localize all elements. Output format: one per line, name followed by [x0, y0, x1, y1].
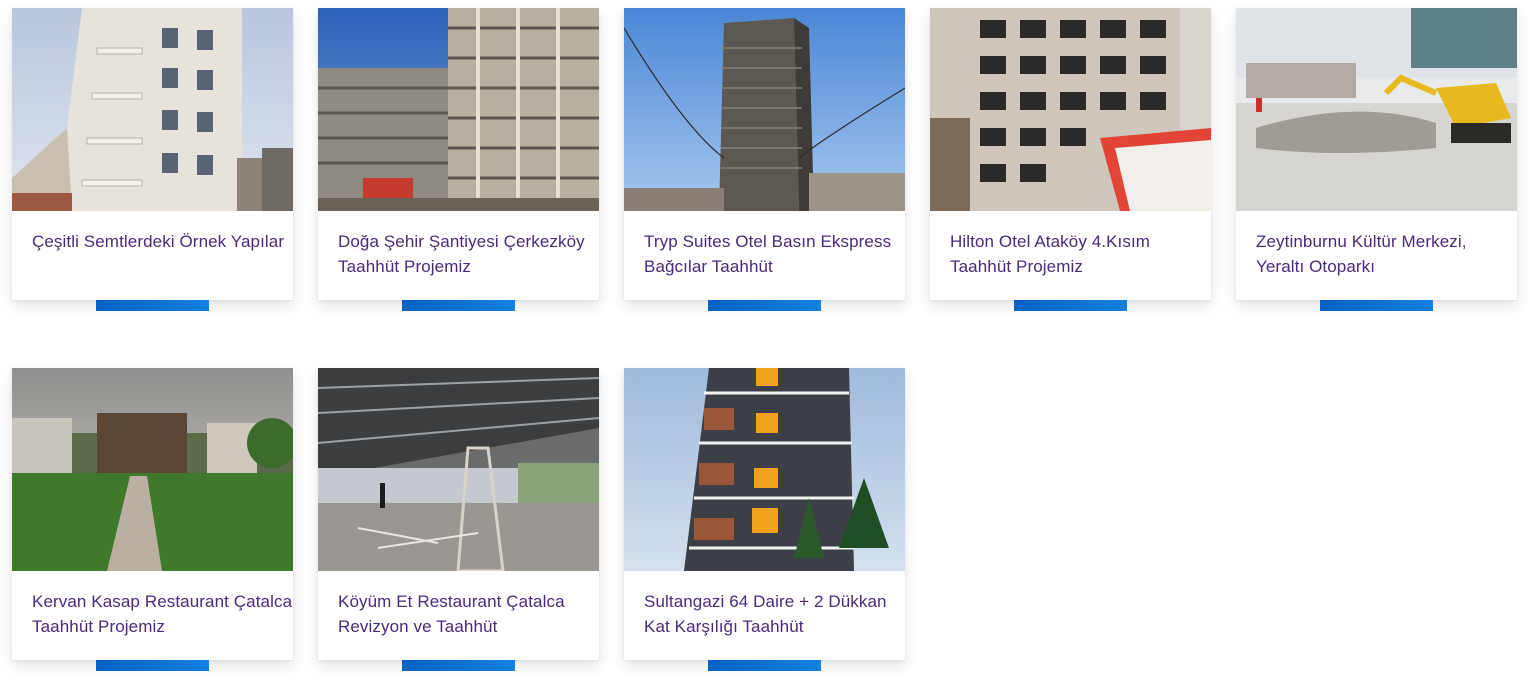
card-accent-bar — [402, 300, 515, 311]
card-accent-bar — [402, 660, 515, 671]
card-accent-bar — [1014, 300, 1127, 311]
project-title[interactable]: Köyüm Et Restaurant Çatalca Revizyon ve … — [338, 589, 600, 639]
project-title[interactable]: Çeşitli Semtlerdeki Örnek Yapılar — [32, 229, 294, 254]
project-title[interactable]: Zeytinburnu Kültür Merkezi, Yeraltı Otop… — [1256, 229, 1518, 279]
project-card[interactable]: Kervan Kasap Restaurant Çatalca Taahhüt … — [12, 368, 294, 671]
project-title[interactable]: Doğa Şehir Şantiyesi Çerkezköy Taahhüt P… — [338, 229, 600, 279]
project-card[interactable]: Zeytinburnu Kültür Merkezi, Yeraltı Otop… — [1236, 8, 1518, 311]
card-accent-bar — [96, 660, 209, 671]
project-image[interactable] — [12, 8, 293, 211]
card-accent-bar — [96, 300, 209, 311]
project-card[interactable]: Hilton Otel Ataköy 4.Kısım Taahhüt Proje… — [930, 8, 1212, 311]
project-image[interactable] — [318, 8, 599, 211]
project-image[interactable] — [1236, 8, 1517, 211]
project-title[interactable]: Sultangazi 64 Daire + 2 Dükkan Kat Karşı… — [644, 589, 906, 639]
project-image[interactable] — [318, 368, 599, 571]
project-title[interactable]: Hilton Otel Ataköy 4.Kısım Taahhüt Proje… — [950, 229, 1212, 279]
project-card[interactable]: Sultangazi 64 Daire + 2 Dükkan Kat Karşı… — [624, 368, 906, 671]
project-image[interactable] — [12, 368, 293, 571]
project-title[interactable]: Tryp Suites Otel Basın Ekspress Bağcılar… — [644, 229, 906, 279]
card-accent-bar — [708, 660, 821, 671]
project-card[interactable]: Çeşitli Semtlerdeki Örnek Yapılar — [12, 8, 294, 311]
card-accent-bar — [1320, 300, 1433, 311]
project-image[interactable] — [624, 8, 905, 211]
card-accent-bar — [708, 300, 821, 311]
project-image[interactable] — [624, 368, 905, 571]
project-grid: Çeşitli Semtlerdeki Örnek Yapılar Doğa Ş… — [0, 0, 1540, 696]
project-card[interactable]: Köyüm Et Restaurant Çatalca Revizyon ve … — [318, 368, 600, 671]
project-title[interactable]: Kervan Kasap Restaurant Çatalca Taahhüt … — [32, 589, 294, 639]
project-image[interactable] — [930, 8, 1211, 211]
project-card[interactable]: Doğa Şehir Şantiyesi Çerkezköy Taahhüt P… — [318, 8, 600, 311]
project-card[interactable]: Tryp Suites Otel Basın Ekspress Bağcılar… — [624, 8, 906, 311]
